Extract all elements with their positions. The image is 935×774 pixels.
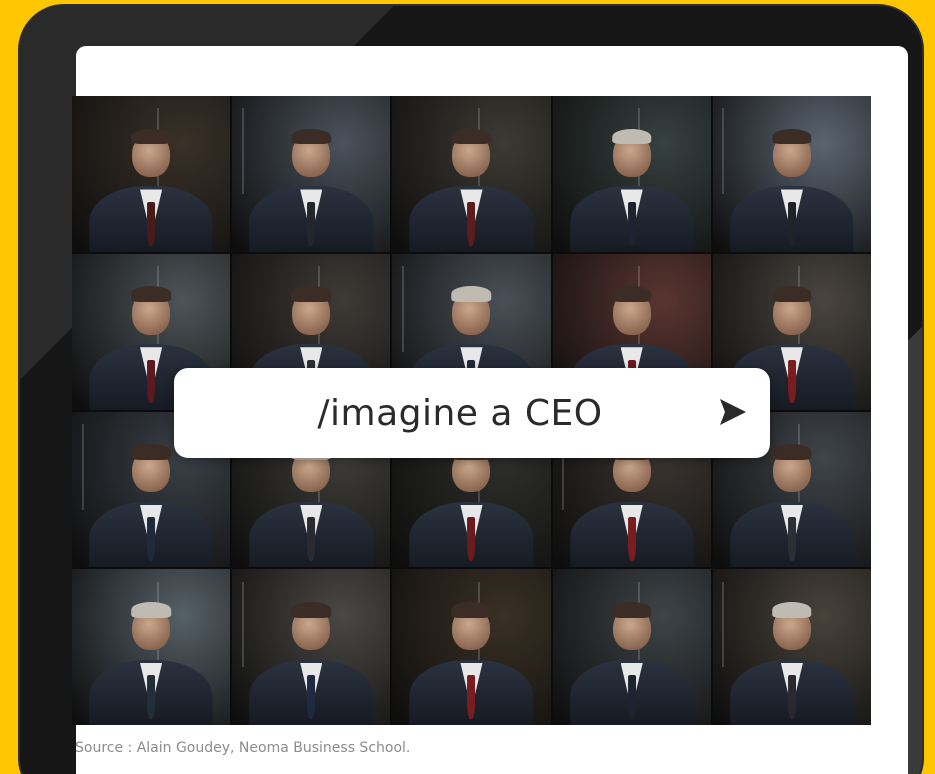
tie-shape bbox=[467, 517, 476, 562]
hair-shape bbox=[451, 286, 492, 303]
ceo-portrait-image bbox=[72, 96, 231, 252]
tie-shape bbox=[627, 201, 636, 246]
tie-shape bbox=[627, 675, 636, 719]
hair-shape bbox=[131, 444, 171, 460]
ceo-portrait-image bbox=[552, 569, 711, 725]
ceo-portrait-image bbox=[392, 569, 551, 725]
hair-shape bbox=[772, 601, 812, 618]
ceo-portrait-image bbox=[232, 96, 391, 252]
tie-shape bbox=[627, 517, 636, 562]
hair-shape bbox=[451, 128, 492, 145]
hair-shape bbox=[131, 601, 171, 618]
tie-shape bbox=[787, 201, 796, 246]
ceo-portrait-image bbox=[552, 96, 711, 252]
hair-shape bbox=[131, 286, 171, 303]
tie-shape bbox=[307, 201, 316, 246]
hair-shape bbox=[611, 128, 652, 145]
hair-shape bbox=[131, 128, 171, 145]
ceo-portrait-image bbox=[72, 569, 231, 725]
ceo-portrait-image bbox=[712, 96, 871, 252]
prompt-input[interactable]: /imagine a CEO bbox=[174, 368, 770, 458]
hair-shape bbox=[291, 128, 332, 145]
tie-shape bbox=[307, 517, 316, 562]
send-arrow-icon[interactable] bbox=[716, 395, 750, 429]
hair-shape bbox=[772, 128, 812, 145]
hair-shape bbox=[611, 286, 652, 303]
tie-shape bbox=[147, 359, 156, 404]
tie-shape bbox=[787, 675, 796, 719]
tie-shape bbox=[307, 675, 316, 719]
tie-shape bbox=[147, 201, 156, 246]
hair-shape bbox=[611, 601, 652, 618]
ceo-portrait-image bbox=[712, 569, 871, 725]
tie-shape bbox=[467, 675, 476, 719]
hair-shape bbox=[291, 286, 332, 303]
hair-shape bbox=[772, 444, 812, 460]
hair-shape bbox=[291, 601, 332, 618]
hair-shape bbox=[451, 601, 492, 618]
image-source-caption: Source : Alain Goudey, Neoma Business Sc… bbox=[75, 740, 411, 756]
ceo-portrait-image bbox=[392, 96, 551, 252]
tie-shape bbox=[787, 359, 796, 404]
hair-shape bbox=[772, 286, 812, 303]
ceo-portrait-image bbox=[232, 569, 391, 725]
tie-shape bbox=[147, 517, 156, 562]
prompt-text[interactable]: /imagine a CEO bbox=[174, 368, 770, 458]
tie-shape bbox=[147, 675, 156, 719]
tie-shape bbox=[467, 201, 476, 246]
tie-shape bbox=[787, 517, 796, 562]
